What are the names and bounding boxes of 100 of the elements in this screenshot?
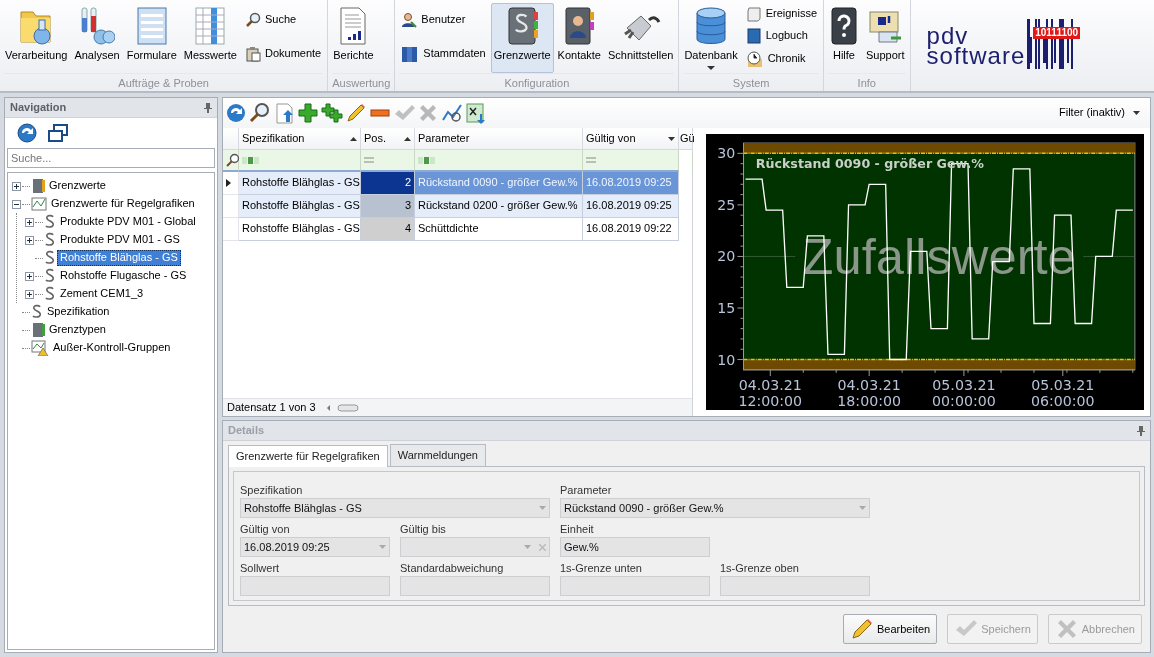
- table-cell: Schüttdichte: [415, 218, 583, 241]
- caret-icon: [379, 545, 386, 550]
- search-field[interactable]: Suche...: [7, 148, 215, 168]
- ribbon-button[interactable]: Kontakte: [554, 3, 604, 73]
- expand-icon[interactable]: [25, 271, 34, 281]
- field-label: Gültig von: [240, 522, 291, 537]
- table-cell: 16.08.2019 09:22: [583, 218, 679, 241]
- table-cell: Rückstand 0200 - größer Gew.%: [415, 195, 583, 218]
- expand-icon[interactable]: [25, 217, 34, 227]
- ribbon-button[interactable]: Hilfe: [826, 3, 862, 73]
- ribbon-button[interactable]: Formulare: [123, 3, 180, 73]
- field-label: Sollwert: [240, 561, 281, 576]
- action-button[interactable]: Bearbeiten: [843, 614, 938, 645]
- expand-icon[interactable]: [25, 289, 34, 299]
- spreadsheet-icon: [193, 6, 228, 46]
- ribbon-button[interactable]: Berichte: [330, 3, 377, 73]
- ribbon-button[interactable]: Suche: [241, 11, 325, 29]
- ribbon-button[interactable]: Logbuch: [742, 27, 820, 45]
- table-cell: Rohstoffe Blähglas - GS: [239, 218, 361, 241]
- ribbon-button[interactable]: Support: [863, 3, 908, 73]
- ribbon-button[interactable]: Chronik: [742, 49, 820, 69]
- test-tube-icon: [79, 6, 115, 46]
- axis-label: 05.03.21 00:00:00: [932, 377, 996, 409]
- text-field[interactable]: [560, 576, 710, 597]
- axis-label: 25: [717, 197, 736, 213]
- clear-icon: [539, 543, 546, 551]
- refresh-button[interactable]: [15, 121, 39, 145]
- ribbon-button[interactable]: Datenbank: [681, 3, 741, 73]
- expand-icon[interactable]: [25, 235, 34, 245]
- tree-item[interactable]: Rohstoffe Blähglas - GS: [57, 250, 181, 266]
- windows-button[interactable]: [47, 123, 69, 143]
- chart-title: Rückstand 0090 - größer Gew.%: [755, 156, 984, 172]
- tree-item[interactable]: Grenztypen: [46, 322, 109, 338]
- table-cell: 16.08.2019 09:25: [583, 195, 679, 218]
- user-icon: [401, 11, 418, 28]
- tree-item[interactable]: Produkte PDV M01 - GS: [57, 232, 183, 248]
- text-field[interactable]: [720, 576, 870, 597]
- column-header[interactable]: Gültig von: [583, 128, 679, 150]
- ribbon-button[interactable]: Benutzer: [398, 10, 489, 29]
- paragraph-icon: [44, 232, 56, 248]
- filter-dropdown[interactable]: Filter (inaktiv): [1059, 106, 1140, 120]
- caret-icon: [859, 506, 866, 511]
- ribbon-button[interactable]: Ereignisse: [742, 5, 820, 23]
- axis-label: 04.03.21 12:00:00: [738, 377, 803, 409]
- field-label: Spezifikation: [240, 483, 304, 498]
- field-label: Gültig bis: [400, 522, 447, 537]
- axis-label: 15: [717, 300, 736, 316]
- table-cell: 4: [361, 218, 415, 241]
- paragraph-icon: [44, 268, 56, 284]
- add-icon[interactable]: [297, 102, 319, 124]
- axis-label: 04.03.21 18:00:00: [837, 377, 901, 409]
- tree-item[interactable]: Produkte PDV M01 - Global: [57, 214, 199, 230]
- group-label: Konfiguration: [399, 73, 675, 91]
- excel-export-icon[interactable]: [465, 102, 487, 124]
- group-label: System: [683, 73, 819, 91]
- search-icon[interactable]: [249, 102, 271, 124]
- tree-item[interactable]: Rohstoffe Flugasche - GS: [57, 268, 190, 284]
- text-filter-icon: [418, 155, 436, 165]
- ribbon-button[interactable]: Analysen: [71, 3, 123, 73]
- column-header[interactable]: Parameter: [415, 128, 583, 150]
- ribbon-button[interactable]: Grenzwerte: [490, 3, 554, 73]
- ribbon-button[interactable]: Messwerte: [180, 3, 240, 73]
- logo-badge: 10111100: [1033, 26, 1081, 39]
- axis-label: 20: [717, 248, 736, 265]
- contact-book-icon: [563, 6, 596, 46]
- tree-item[interactable]: Spezifikation: [44, 304, 113, 320]
- text-field[interactable]: Gew.%: [560, 537, 710, 558]
- group-label: Info: [828, 73, 906, 91]
- tree-item[interactable]: Grenzwerte: [46, 178, 109, 194]
- export-icon[interactable]: [273, 102, 295, 124]
- tree-item[interactable]: Außer-Kontroll-Gruppen: [50, 340, 174, 356]
- axis-label: 30: [717, 145, 736, 162]
- paragraph-icon: [31, 304, 43, 320]
- expand-icon[interactable]: [12, 181, 21, 191]
- chart-icon[interactable]: [441, 102, 463, 124]
- collapse-icon[interactable]: [12, 199, 21, 209]
- edit-icon[interactable]: [345, 102, 367, 124]
- dropdown-field[interactable]: Rohstoffe Blähglas - GS: [240, 498, 550, 519]
- date-field[interactable]: [400, 537, 550, 558]
- date-field[interactable]: 16.08.2019 09:25: [240, 537, 390, 558]
- column-header[interactable]: Gü: [679, 128, 693, 150]
- text-field[interactable]: [240, 576, 390, 597]
- ribbon-button[interactable]: Schnittstellen: [605, 3, 677, 73]
- column-header[interactable]: Pos.: [361, 128, 415, 150]
- panel-title: Details: [228, 423, 265, 438]
- refresh-icon[interactable]: [225, 102, 247, 124]
- tab[interactable]: Grenzwerte für Regelgrafiken: [228, 445, 388, 468]
- dropdown-field[interactable]: Rückstand 0090 - größer Gew.%: [560, 498, 870, 519]
- tab[interactable]: Warnmeldungen: [389, 444, 486, 467]
- ribbon-button[interactable]: Dokumente: [241, 45, 325, 63]
- ribbon-button[interactable]: Stammdaten: [398, 43, 489, 64]
- text-field[interactable]: [400, 576, 550, 597]
- ribbon-button[interactable]: Verarbeitung: [2, 3, 71, 73]
- chart-warning-icon: [31, 340, 49, 356]
- add-multiple-icon[interactable]: [321, 102, 343, 124]
- table-cell: Rückstand 0090 - größer Gew.%: [415, 172, 583, 195]
- column-header[interactable]: Spezifikation: [239, 128, 361, 150]
- pencil-icon: [850, 617, 874, 642]
- tree-item[interactable]: Zement CEM1_3: [57, 286, 147, 302]
- tree-item[interactable]: Grenzwerte für Regelgrafiken: [48, 196, 198, 212]
